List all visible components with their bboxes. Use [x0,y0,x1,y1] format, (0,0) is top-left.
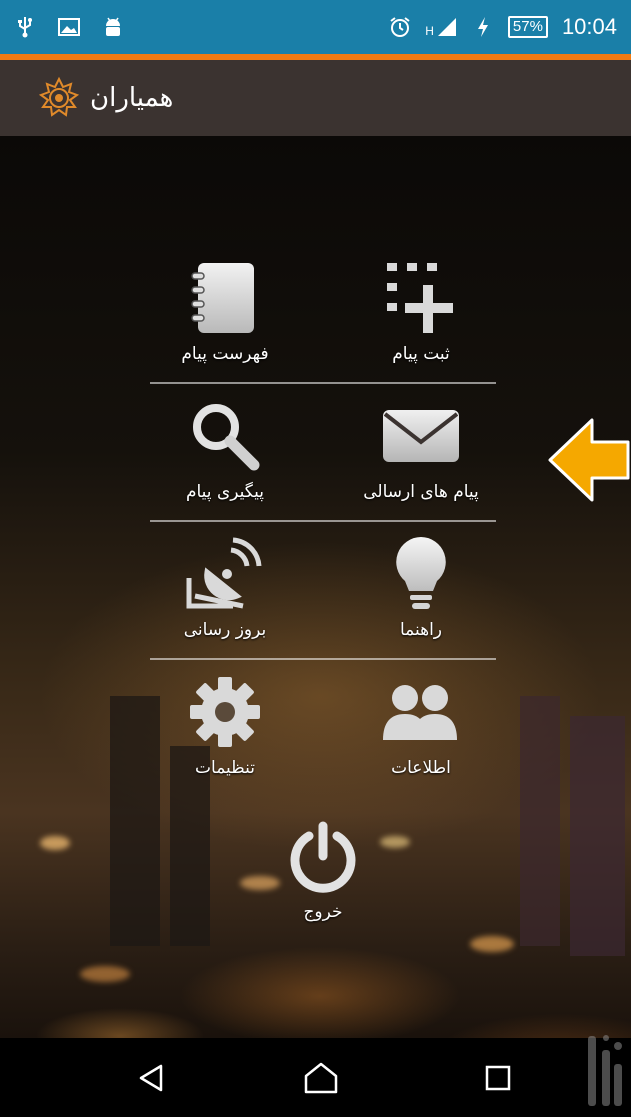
app-bar: همیاران [0,60,631,136]
menu-row: بروز رسانی راهنما [150,522,496,660]
menu-row: پیگیری پیام پیام های ارسالی [150,384,496,522]
android-icon [102,16,124,38]
background-building [570,716,625,956]
charging-icon [472,16,494,38]
menu-row: تنظیمات اطلاعات [150,660,496,798]
users-icon [381,672,461,752]
info-button[interactable]: اطلاعات [346,660,496,798]
home-icon[interactable] [303,1060,339,1096]
power-icon [285,820,361,896]
update-button[interactable]: بروز رسانی [150,522,300,660]
status-bar: H 57% 10:04 [0,0,631,54]
menu-label: راهنما [399,620,443,640]
exit-label: خروج [303,902,343,922]
usb-icon [14,16,36,38]
menu-grid: فهرست پیام ثبت پیام پیگیری پیام پیام های… [150,246,496,798]
signal-type-label: H [425,24,434,38]
menu-row: فهرست پیام ثبت پیام [150,246,496,384]
main-menu-area: فهرست پیام ثبت پیام پیگیری پیام پیام های… [0,136,631,1038]
exit-button[interactable]: خروج [265,808,381,948]
settings-button[interactable]: تنظیمات [150,660,300,798]
city-light [470,936,514,952]
menu-label: اطلاعات [391,758,451,778]
menu-label: پیام های ارسالی [363,482,479,502]
city-light [80,966,130,982]
menu-label: فهرست پیام [181,344,269,364]
menu-label: بروز رسانی [183,620,267,640]
lightbulb-icon [381,534,461,614]
notebook-icon [185,258,265,338]
signal-icon [436,16,458,38]
background-building [520,696,560,946]
battery-percent: 57% [507,16,548,38]
app-logo-icon [38,76,80,117]
recents-icon[interactable] [480,1060,516,1096]
store-watermark-logo [588,1035,622,1106]
navigation-bar [0,1038,631,1117]
alarm-icon [389,16,411,38]
add-grid-icon [381,258,461,338]
app-title: همیاران [90,83,174,113]
help-button[interactable]: راهنما [346,522,496,660]
sent-messages-button[interactable]: پیام های ارسالی [346,384,496,522]
gear-icon [185,672,265,752]
back-icon[interactable] [134,1060,170,1096]
image-icon [58,16,80,38]
menu-label: تنظیمات [195,758,255,778]
new-message-button[interactable]: ثبت پیام [346,246,496,384]
menu-label: پیگیری پیام [185,482,265,502]
message-list-button[interactable]: فهرست پیام [150,246,300,384]
menu-label: ثبت پیام [392,344,450,364]
satellite-dish-icon [185,534,265,614]
clock: 10:04 [561,14,617,39]
left-arrow-icon [548,418,630,502]
city-light [380,836,410,848]
envelope-icon [381,396,461,476]
track-message-button[interactable]: پیگیری پیام [150,384,300,522]
search-icon [185,396,265,476]
city-light [40,836,70,850]
